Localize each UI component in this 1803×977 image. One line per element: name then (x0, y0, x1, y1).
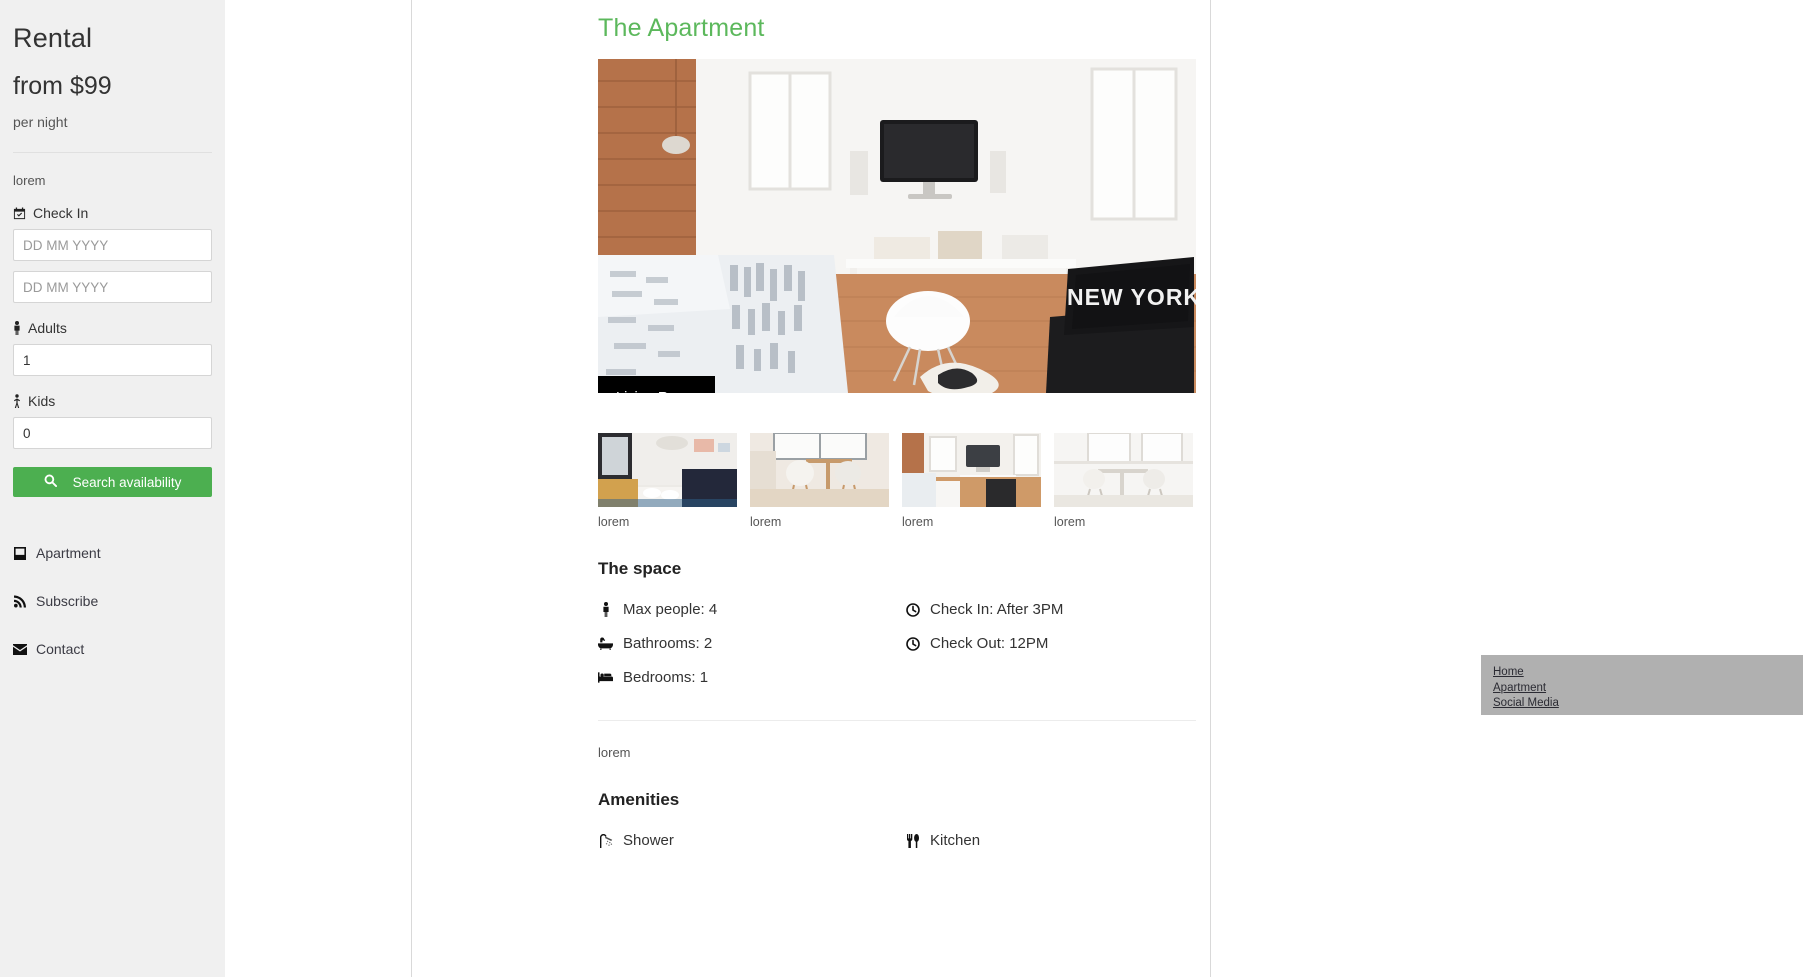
search-availability-button[interactable]: Search availability (13, 467, 212, 498)
shower-icon (598, 833, 613, 848)
search-button-label: Search availability (72, 474, 182, 490)
adults-input[interactable] (13, 344, 212, 377)
left-column-divider (411, 0, 412, 977)
sidebar-nav: Apartment Subscribe Contact (13, 545, 212, 657)
thumbnail-item: lorem (750, 433, 889, 529)
main-content: The Apartment NEW YORK lorem lorem lorem… (598, 0, 1196, 849)
thumbnail-photo (598, 433, 737, 507)
amenity-label: Shower (623, 832, 674, 849)
page-root: Rental from $99 per night lorem Check In (0, 0, 1803, 977)
section-divider (598, 720, 1196, 721)
thumbnail-image-4[interactable] (1054, 433, 1193, 507)
thumbnail-image-2[interactable] (750, 433, 889, 507)
thumbnail-photo (902, 433, 1041, 507)
floating-nav-panel: Home Apartment Social Media (1481, 655, 1803, 715)
thumbnail-photo (1054, 433, 1193, 507)
spec-checkin: Check In: After 3PM (905, 601, 1196, 618)
right-column-divider (1210, 0, 1211, 977)
amenities-list: Shower Kitchen (598, 832, 1196, 849)
apartment-title: The Apartment (598, 14, 765, 42)
spec-checkout: Check Out: 12PM (905, 635, 1196, 652)
male-person-icon (13, 321, 21, 336)
the-space-heading: The space (598, 559, 682, 578)
thumbnail-image-1[interactable] (598, 433, 737, 507)
sidebar-item-apartment[interactable]: Apartment (13, 545, 212, 561)
hero-image[interactable]: NEW YORK Living Room (598, 59, 1196, 393)
spec-label: Bathrooms: 2 (623, 635, 713, 652)
adults-label: Adults (13, 320, 212, 336)
thumbnail-caption: lorem (598, 515, 630, 529)
hero-photo: NEW YORK (598, 59, 1196, 393)
thumbnail-photo (750, 433, 889, 507)
spec-bedrooms: Bedrooms: 1 (598, 669, 905, 686)
spec-label: Bedrooms: 1 (623, 669, 709, 686)
amenities-heading: Amenities (598, 790, 680, 809)
utensils-icon (905, 833, 920, 848)
svg-text:NEW YORK: NEW YORK (1067, 284, 1196, 310)
spec-max-people: Max people: 4 (598, 601, 905, 618)
page-title: Rental (13, 23, 93, 53)
thumbnail-item: lorem (902, 433, 1041, 529)
spec-label: Check Out: 12PM (930, 635, 1049, 652)
sidebar-item-contact[interactable]: Contact (13, 641, 212, 657)
kids-label-text: Kids (28, 393, 56, 410)
spec-label: Check In: After 3PM (930, 601, 1064, 618)
kids-label: Kids (13, 393, 212, 409)
envelope-icon (13, 643, 27, 655)
float-nav-link-home[interactable]: Home (1493, 665, 1803, 681)
child-person-icon (13, 394, 21, 409)
kids-input[interactable] (13, 417, 212, 450)
hero-caption-badge: Living Room (598, 376, 715, 393)
thumbnail-item: lorem (598, 433, 737, 529)
bed-icon (598, 672, 613, 683)
thumbnail-caption: lorem (750, 515, 782, 529)
thumbnail-gallery: lorem lorem lorem lorem (598, 433, 1196, 529)
checkout-date-input[interactable] (13, 271, 212, 304)
thumbnail-caption: lorem (1054, 515, 1086, 529)
adults-label-text: Adults (28, 320, 67, 337)
search-icon (44, 474, 57, 490)
rss-feed-icon (13, 595, 27, 608)
float-nav-link-social-media[interactable]: Social Media (1493, 696, 1803, 712)
spec-label: Max people: 4 (623, 601, 718, 618)
price-unit: per night (13, 114, 68, 131)
sidebar-divider (13, 152, 212, 154)
building-icon (13, 546, 27, 560)
amenity-kitchen: Kitchen (905, 832, 1196, 849)
bathtub-icon (598, 637, 613, 650)
hero-caption-text: Living Room (616, 390, 697, 393)
thumbnail-caption: lorem (902, 515, 934, 529)
sidebar-item-subscribe[interactable]: Subscribe (13, 593, 212, 609)
spec-bathrooms: Bathrooms: 2 (598, 635, 905, 652)
space-specs: Max people: 4 Check In: After 3PM Bathro… (598, 601, 1196, 686)
checkin-label-text: Check In (33, 205, 89, 222)
thumbnail-image-3[interactable] (902, 433, 1041, 507)
sidebar-item-label: Subscribe (36, 593, 99, 610)
amenity-shower: Shower (598, 832, 905, 849)
clock-icon (905, 602, 920, 617)
calendar-check-icon (13, 207, 26, 220)
sidebar-lorem-note: lorem (13, 173, 46, 189)
person-icon (598, 602, 613, 617)
sidebar-item-label: Contact (36, 641, 85, 658)
thumbnail-item: lorem (1054, 433, 1193, 529)
sidebar-item-label: Apartment (36, 545, 101, 562)
sidebar: Rental from $99 per night lorem Check In (0, 0, 225, 977)
checkin-label: Check In (13, 205, 212, 221)
amenities-lorem-note: lorem (598, 745, 631, 760)
checkin-date-input[interactable] (13, 229, 212, 262)
float-nav-link-apartment[interactable]: Apartment (1493, 681, 1803, 697)
spec-spacer (905, 669, 1196, 686)
clock-icon (905, 636, 920, 651)
amenity-label: Kitchen (930, 832, 981, 849)
price-from: from $99 (13, 72, 112, 101)
